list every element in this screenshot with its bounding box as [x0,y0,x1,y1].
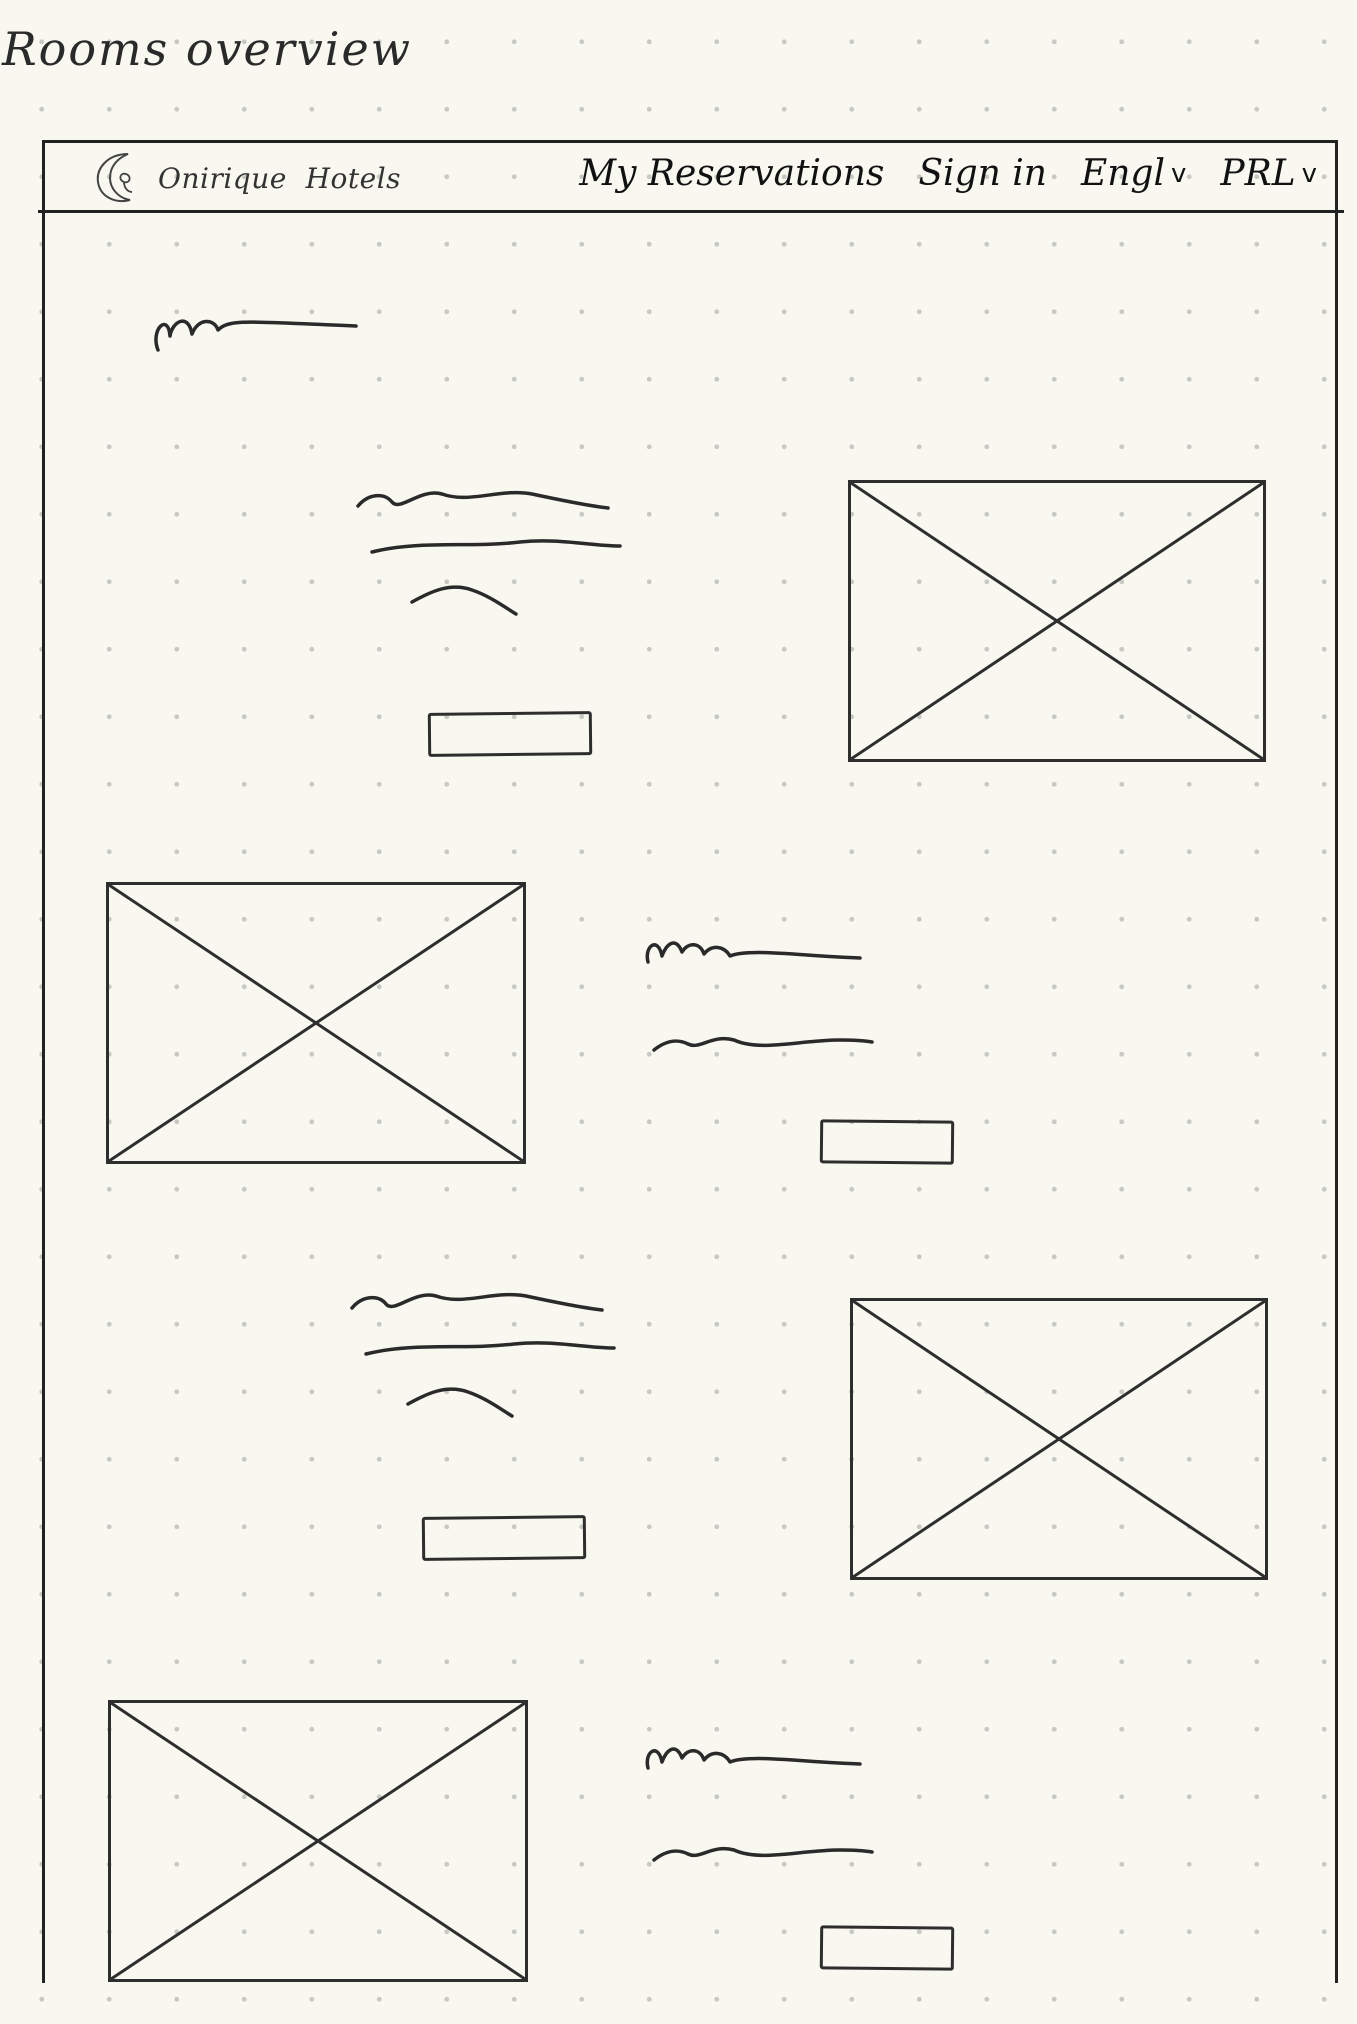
image-placeholder-x-icon [853,1301,1265,1577]
room-desc-placeholder [652,1036,874,1052]
room-desc-placeholder [410,585,518,616]
room-title-placeholder [356,490,610,510]
section-heading-placeholder [154,319,358,352]
image-placeholder-x-icon [109,885,523,1161]
room-title-placeholder [645,1747,862,1770]
room-desc-placeholder [652,1846,874,1862]
room-image-placeholder [850,1298,1268,1580]
room-action-button[interactable] [819,1925,955,1971]
room-image-placeholder [106,882,526,1164]
image-placeholder-x-icon [851,483,1263,759]
room-title-placeholder [645,941,862,964]
image-placeholder-x-icon [111,1703,525,1979]
room-image-placeholder [108,1700,528,1982]
room-desc-placeholder [364,1341,616,1356]
room-action-button[interactable] [421,1515,587,1561]
room-desc-placeholder [406,1387,514,1418]
room-action-button[interactable] [427,711,593,757]
room-title-placeholder [350,1292,604,1312]
room-action-button[interactable] [819,1119,955,1165]
room-image-placeholder [848,480,1266,762]
room-desc-placeholder [370,539,622,554]
